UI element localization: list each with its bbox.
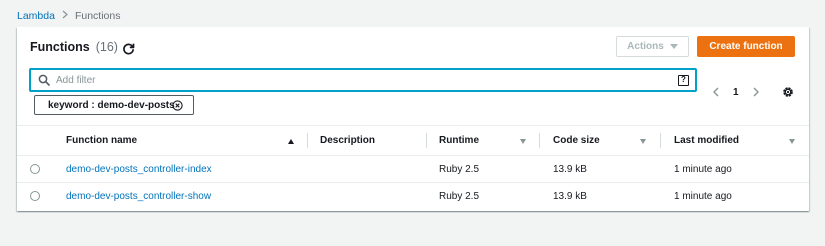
chevron-right-icon <box>62 10 68 22</box>
sort-caret-icon[interactable] <box>788 137 796 145</box>
gear-icon[interactable] <box>781 85 795 99</box>
function-name-link[interactable]: demo-dev-posts_controller-show <box>66 183 211 210</box>
sort-caret-icon[interactable] <box>639 137 647 145</box>
title-text: Functions <box>30 40 90 54</box>
pagination: 1 <box>711 85 761 99</box>
filter-input[interactable] <box>56 71 678 89</box>
page-title: Functions (16) <box>30 40 118 54</box>
chevron-left-icon[interactable] <box>711 86 721 98</box>
table-header: Function name Description Runtime Code s… <box>17 125 809 156</box>
chevron-right-icon[interactable] <box>751 86 761 98</box>
code-size-cell: 13.9 kB <box>553 191 587 202</box>
column-divider <box>307 133 308 148</box>
runtime-cell: Ruby 2.5 <box>439 191 480 202</box>
table-row[interactable]: demo-dev-posts_controller-show Ruby 2.5 … <box>17 183 809 210</box>
column-header-runtime[interactable]: Runtime <box>439 126 479 155</box>
last-modified-cell: 1 minute ago <box>674 164 732 175</box>
column-header-last-modified[interactable]: Last modified <box>674 126 739 155</box>
column-divider <box>660 133 661 148</box>
last-modified-cell: 1 minute ago <box>674 191 732 202</box>
panel-header: Functions (16) Actions Create function <box>17 27 809 65</box>
search-icon <box>38 74 50 86</box>
caret-down-icon <box>669 44 678 49</box>
filter-token: keyword : demo-dev-posts <box>34 95 194 115</box>
sort-caret-icon[interactable] <box>519 137 527 145</box>
column-divider <box>426 133 427 148</box>
refresh-icon <box>122 42 135 55</box>
runtime-cell: Ruby 2.5 <box>439 164 480 175</box>
column-header-description[interactable]: Description <box>320 126 375 155</box>
row-select-radio[interactable] <box>30 191 40 201</box>
actions-label: Actions <box>627 41 664 52</box>
current-page[interactable]: 1 <box>733 87 739 98</box>
breadcrumb-current: Functions <box>74 10 121 22</box>
function-count: (16) <box>95 40 118 54</box>
functions-table: Function name Description Runtime Code s… <box>17 125 809 210</box>
dismiss-icon[interactable] <box>172 100 183 111</box>
functions-panel: Functions (16) Actions Create function ? <box>17 27 809 211</box>
help-icon[interactable]: ? <box>678 74 689 86</box>
actions-dropdown[interactable]: Actions <box>616 36 689 57</box>
row-select-radio[interactable] <box>30 164 40 174</box>
filter-token-label: keyword : demo-dev-posts <box>48 99 175 111</box>
filter-search-box[interactable]: ? <box>29 68 697 92</box>
sort-ascending-icon[interactable] <box>287 137 295 145</box>
breadcrumb: Lambda Functions <box>17 10 120 22</box>
code-size-cell: 13.9 kB <box>553 164 587 175</box>
create-function-button[interactable]: Create function <box>697 36 795 57</box>
column-header-function-name[interactable]: Function name <box>66 126 137 155</box>
column-header-code-size[interactable]: Code size <box>553 126 600 155</box>
refresh-button[interactable] <box>121 41 135 55</box>
table-row[interactable]: demo-dev-posts_controller-index Ruby 2.5… <box>17 156 809 183</box>
breadcrumb-lambda-link[interactable]: Lambda <box>17 10 55 22</box>
function-name-link[interactable]: demo-dev-posts_controller-index <box>66 156 212 183</box>
column-divider <box>539 133 540 148</box>
